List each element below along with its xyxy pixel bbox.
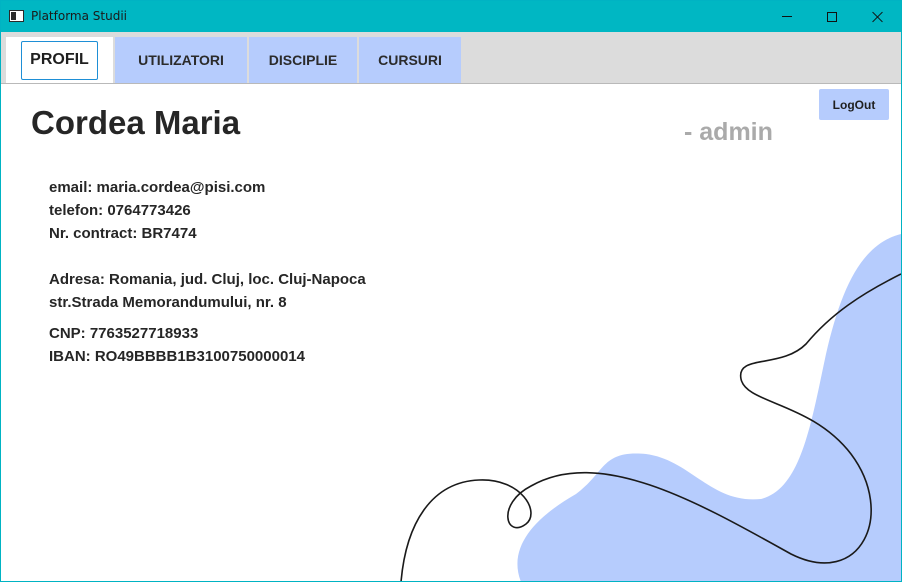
tab-cursuri[interactable]: CURSURI — [359, 37, 461, 83]
close-icon — [872, 11, 884, 23]
app-icon — [9, 10, 24, 22]
maximize-button[interactable] — [809, 1, 855, 32]
tab-label: DISCIPLIE — [268, 52, 338, 68]
profile-panel: Cordea Maria - admin LogOut email: maria… — [1, 84, 901, 581]
close-button[interactable] — [855, 1, 901, 32]
tab-label: PROFIL — [21, 40, 98, 80]
email-text: email: maria.cordea@pisi.com — [49, 179, 266, 196]
iban-text: IBAN: RO49BBBB1B3100750000014 — [49, 348, 305, 365]
title-bar[interactable]: Platforma Studii — [1, 1, 901, 32]
user-role: - admin — [684, 118, 773, 146]
address-line1: Adresa: Romania, jud. Cluj, loc. Cluj-Na… — [49, 271, 366, 288]
tab-bar: PROFIL UTILIZATORI DISCIPLIE CURSURI — [1, 32, 901, 84]
minimize-button[interactable] — [764, 1, 810, 32]
tab-label: UTILIZATORI — [138, 52, 224, 68]
maximize-icon — [827, 11, 837, 22]
tab-profil[interactable]: PROFIL — [6, 37, 113, 83]
minimize-icon — [782, 16, 792, 17]
contract-text: Nr. contract: BR7474 — [49, 225, 197, 242]
app-window: Platforma Studii PROFIL UTILIZATORI DISC… — [0, 0, 902, 582]
tab-disciplie[interactable]: DISCIPLIE — [249, 37, 357, 83]
window-title: Platforma Studii — [31, 9, 127, 23]
address-line2: str.Strada Memorandumului, nr. 8 — [49, 294, 287, 311]
phone-text: telefon: 0764773426 — [49, 202, 191, 219]
decorative-blob — [517, 234, 901, 581]
tab-label: CURSURI — [378, 52, 442, 68]
user-name: Cordea Maria — [31, 104, 241, 141]
tab-utilizatori[interactable]: UTILIZATORI — [115, 37, 247, 83]
logout-button[interactable]: LogOut — [819, 89, 889, 120]
cnp-text: CNP: 7763527718933 — [49, 325, 199, 342]
